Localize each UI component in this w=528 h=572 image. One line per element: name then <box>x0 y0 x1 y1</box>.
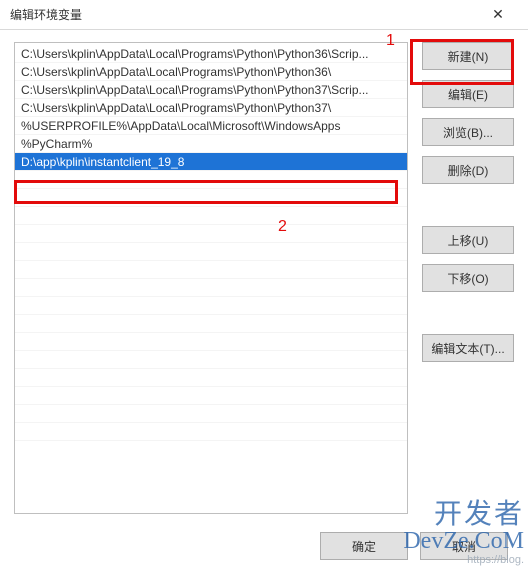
list-item[interactable] <box>15 333 407 351</box>
list-item[interactable]: C:\Users\kplin\AppData\Local\Programs\Py… <box>15 63 407 81</box>
browse-button[interactable]: 浏览(B)... <box>422 118 514 146</box>
edit-button[interactable]: 编辑(E) <box>422 80 514 108</box>
list-item[interactable] <box>15 387 407 405</box>
bottom-bar: 确定 取消 <box>0 524 528 568</box>
delete-button[interactable]: 删除(D) <box>422 156 514 184</box>
new-button[interactable]: 新建(N) <box>422 42 514 70</box>
cancel-button[interactable]: 取消 <box>420 532 508 560</box>
list-item[interactable]: C:\Users\kplin\AppData\Local\Programs\Py… <box>15 45 407 63</box>
list-item[interactable]: %PyCharm% <box>15 135 407 153</box>
gap <box>422 302 514 324</box>
spacer <box>422 372 514 514</box>
path-listbox[interactable]: C:\Users\kplin\AppData\Local\Programs\Py… <box>14 42 408 514</box>
list-item[interactable] <box>15 405 407 423</box>
close-icon[interactable]: ✕ <box>476 1 520 29</box>
list-item[interactable] <box>15 315 407 333</box>
moveup-button[interactable]: 上移(U) <box>422 226 514 254</box>
titlebar: 编辑环境变量 ✕ <box>0 0 528 30</box>
list-item[interactable] <box>15 243 407 261</box>
list-item[interactable] <box>15 261 407 279</box>
list-item[interactable] <box>15 297 407 315</box>
path-list-inner: C:\Users\kplin\AppData\Local\Programs\Py… <box>15 43 407 443</box>
list-item[interactable] <box>15 171 407 189</box>
edittext-button[interactable]: 编辑文本(T)... <box>422 334 514 362</box>
list-item[interactable]: C:\Users\kplin\AppData\Local\Programs\Py… <box>15 99 407 117</box>
list-item[interactable] <box>15 225 407 243</box>
gap <box>422 194 514 216</box>
list-item[interactable] <box>15 351 407 369</box>
client-area: C:\Users\kplin\AppData\Local\Programs\Py… <box>0 30 528 524</box>
movedown-button[interactable]: 下移(O) <box>422 264 514 292</box>
list-item[interactable] <box>15 423 407 441</box>
list-item[interactable] <box>15 189 407 207</box>
ok-button[interactable]: 确定 <box>320 532 408 560</box>
side-button-column: 新建(N) 编辑(E) 浏览(B)... 删除(D) 上移(U) 下移(O) 编… <box>422 42 514 514</box>
list-item-selected[interactable]: D:\app\kplin\instantclient_19_8 <box>15 153 407 171</box>
window-title: 编辑环境变量 <box>10 6 82 23</box>
list-item[interactable] <box>15 279 407 297</box>
list-item[interactable]: %USERPROFILE%\AppData\Local\Microsoft\Wi… <box>15 117 407 135</box>
list-item[interactable]: C:\Users\kplin\AppData\Local\Programs\Py… <box>15 81 407 99</box>
list-item[interactable] <box>15 369 407 387</box>
list-item[interactable] <box>15 207 407 225</box>
